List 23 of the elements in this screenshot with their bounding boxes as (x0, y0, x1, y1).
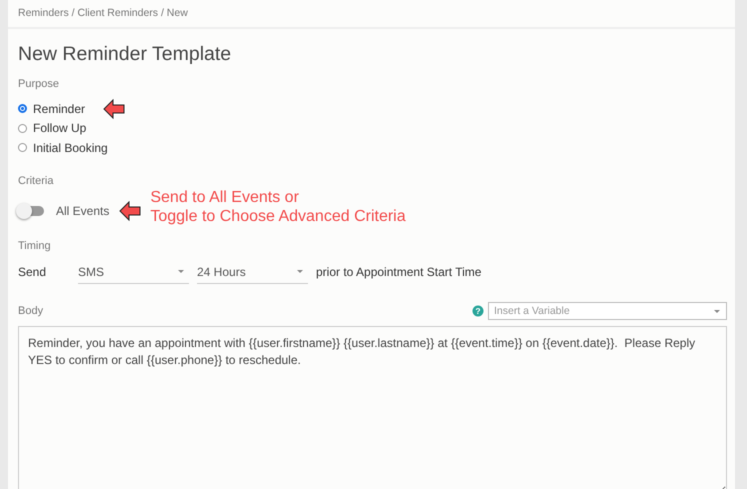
caret-icon (713, 308, 721, 314)
radio-label: Reminder (33, 100, 86, 118)
section-label: Purpose (18, 77, 60, 92)
radio-button[interactable] (18, 143, 27, 152)
radio-label: Follow Up (33, 120, 86, 138)
radio-label: Initial Booking (33, 140, 108, 157)
caret-icon (177, 269, 185, 274)
toggle-label: All Events (56, 202, 110, 220)
toggle-switch[interactable] (18, 206, 44, 216)
offset-select[interactable]: 24 Hours (197, 260, 308, 284)
page-title: New Reminder Template (18, 43, 232, 66)
section-label: Body (18, 304, 44, 320)
annotation-text: Send to All Events or Toggle to Choose Advanced Criteria (150, 188, 406, 226)
section-label: Timing (18, 238, 52, 254)
message-body-field[interactable]: Reminder, you have an appointment with {{user.firstname}} {{user.lastname}} at {{event.time}} on {{event.date}}. Please Reply YES to confirm or call {{user.phone}} to reschedule. (18, 326, 727, 489)
channel-select[interactable]: SMS (78, 260, 189, 284)
caret-icon (296, 269, 304, 274)
timing-suffix: prior to Appointment Start Time (316, 264, 482, 282)
send-label: Send (18, 264, 48, 282)
radio-button[interactable] (18, 104, 27, 114)
radio-button[interactable] (18, 124, 27, 133)
section-label: Criteria (18, 174, 54, 190)
breadcrumb: Reminders / Client Reminders / New (18, 7, 188, 19)
